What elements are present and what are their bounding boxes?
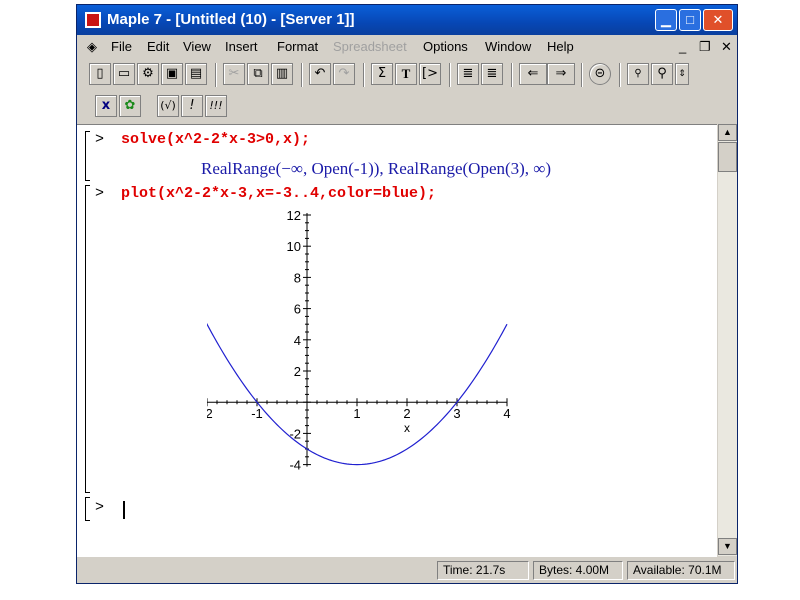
status-bytes: Bytes: 4.00M xyxy=(533,561,623,580)
forward-arrow-icon[interactable]: ⇒ xyxy=(547,63,575,85)
insert-text-button[interactable]: T xyxy=(395,63,417,85)
save-icon[interactable]: ▣ xyxy=(161,63,183,85)
maple-window: Maple 7 - [Untitled (10) - [Server 1]] ▁… xyxy=(76,4,738,584)
toolbar-scroll-icon[interactable]: ⇕ xyxy=(675,63,689,85)
x-symbol-icon[interactable]: x xyxy=(95,95,117,117)
x-tick-label: 3 xyxy=(453,406,460,421)
scroll-down-icon[interactable]: ▼ xyxy=(718,538,737,555)
menu-help[interactable]: Help xyxy=(547,39,574,54)
zoom-large-icon[interactable]: ⚲ xyxy=(651,63,673,85)
plot-region[interactable]: -3-2-1123412108642-2-4 x xyxy=(207,211,607,501)
status-available: Available: 70.1M xyxy=(627,561,735,580)
y-tick-label: 4 xyxy=(294,333,301,348)
group-bracket-1[interactable] xyxy=(85,131,90,181)
cut-icon[interactable]: ✂ xyxy=(223,63,245,85)
insert-math-button[interactable]: Σ xyxy=(371,63,393,85)
context-toolbar: x ✿ (√) ! !!! xyxy=(77,95,737,125)
x-tick-label: -1 xyxy=(251,406,263,421)
minimize-button[interactable]: ▁ xyxy=(655,9,677,31)
prompt-1: > xyxy=(95,131,105,148)
y-tick-label: 2 xyxy=(294,364,301,379)
stop-icon[interactable]: ⊝ xyxy=(589,63,611,85)
doc-minimize-button[interactable]: _ xyxy=(679,39,686,54)
print-icon[interactable]: ▤ xyxy=(185,63,207,85)
insert-prompt-button[interactable]: [> xyxy=(419,63,441,85)
math-mode-button[interactable]: (√) xyxy=(157,95,179,117)
scroll-up-icon[interactable]: ▲ xyxy=(718,124,737,141)
status-bar: Time: 21.7s Bytes: 4.00M Available: 70.1… xyxy=(77,557,737,583)
indent-icon[interactable]: ≣ xyxy=(457,63,479,85)
execute-all-button[interactable]: !!! xyxy=(205,95,227,117)
new-file-icon[interactable]: ▯ xyxy=(89,63,111,85)
group-bracket-3[interactable] xyxy=(85,497,90,521)
plot-axes xyxy=(207,213,508,467)
title-bar[interactable]: Maple 7 - [Untitled (10) - [Server 1]] ▁… xyxy=(77,5,737,35)
doc-close-button[interactable]: ✕ xyxy=(721,39,732,55)
menu-file[interactable]: File xyxy=(111,39,132,54)
execute-button[interactable]: ! xyxy=(181,95,203,117)
main-toolbar: ▯ ▭ ⚙ ▣ ▤ ✂ ⧉ ▥ ↶ ↷ Σ T [> ≣ ≣ ⇐ ⇒ ⊝ ⚲ ⚲… xyxy=(77,63,737,93)
y-tick-label: -2 xyxy=(289,426,301,441)
worksheet[interactable]: > solve(x^2-2*x-3>0,x); RealRange(−∞, Op… xyxy=(77,124,717,557)
y-tick-label: 10 xyxy=(287,239,301,254)
maximize-button[interactable]: □ xyxy=(679,9,701,31)
menu-format[interactable]: Format xyxy=(277,39,318,54)
window-title: Maple 7 - [Untitled (10) - [Server 1]] xyxy=(107,11,355,28)
input-solve[interactable]: solve(x^2-2*x-3>0,x); xyxy=(121,131,310,148)
plot-ticks: -3-2-1123412108642-2-4 xyxy=(207,211,511,473)
y-tick-label: 12 xyxy=(287,211,301,223)
menu-bar: ◈ File Edit View Insert Format Spreadshe… xyxy=(77,36,737,58)
x-tick-label: 1 xyxy=(353,406,360,421)
document-icon[interactable]: ◈ xyxy=(87,39,97,55)
prompt-3: > xyxy=(95,499,105,516)
x-tick-label: 4 xyxy=(503,406,510,421)
outdent-icon[interactable]: ≣ xyxy=(481,63,503,85)
prompt-2: > xyxy=(95,185,105,202)
menu-options[interactable]: Options xyxy=(423,39,468,54)
text-cursor xyxy=(123,501,125,519)
x-tick-label: -2 xyxy=(207,406,213,421)
plot-curve xyxy=(207,322,508,466)
status-time: Time: 21.7s xyxy=(437,561,529,580)
open-folder-icon[interactable]: ▭ xyxy=(113,63,135,85)
paste-icon[interactable]: ▥ xyxy=(271,63,293,85)
maple-leaf-icon[interactable]: ✿ xyxy=(119,95,141,117)
redo-icon[interactable]: ↷ xyxy=(333,63,355,85)
menu-insert[interactable]: Insert xyxy=(225,39,258,54)
y-tick-label: 6 xyxy=(294,302,301,317)
output-solve: RealRange(−∞, Open(-1)), RealRange(Open(… xyxy=(201,159,552,178)
open-url-icon[interactable]: ⚙ xyxy=(137,63,159,85)
scroll-thumb[interactable] xyxy=(718,142,737,172)
menu-view[interactable]: View xyxy=(183,39,211,54)
vertical-scrollbar[interactable]: ▲ ▼ xyxy=(718,124,737,556)
x-tick-label: 2 xyxy=(403,406,410,421)
menu-spreadsheet[interactable]: Spreadsheet xyxy=(333,39,407,54)
zoom-small-icon[interactable]: ⚲ xyxy=(627,63,649,85)
undo-icon[interactable]: ↶ xyxy=(309,63,331,85)
y-tick-label: 8 xyxy=(294,270,301,285)
menu-edit[interactable]: Edit xyxy=(147,39,169,54)
back-arrow-icon[interactable]: ⇐ xyxy=(519,63,547,85)
maple-app-icon[interactable] xyxy=(85,12,101,28)
close-button[interactable]: ✕ xyxy=(703,9,733,31)
y-tick-label: -4 xyxy=(289,458,301,473)
copy-icon[interactable]: ⧉ xyxy=(247,63,269,85)
menu-window[interactable]: Window xyxy=(485,39,531,54)
input-plot[interactable]: plot(x^2-2*x-3,x=-3..4,color=blue); xyxy=(121,185,436,202)
doc-restore-button[interactable]: ❐ xyxy=(699,39,711,55)
x-axis-label: x xyxy=(404,421,410,435)
group-bracket-2[interactable] xyxy=(85,185,90,493)
